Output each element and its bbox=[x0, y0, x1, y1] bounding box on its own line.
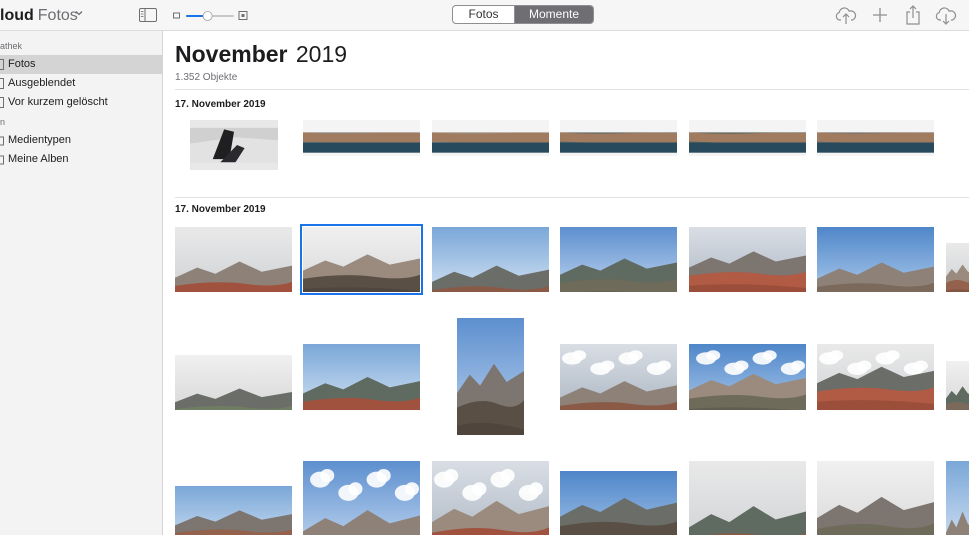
sidebar-section-library: athek bbox=[0, 41, 23, 51]
photo-thumbnail[interactable] bbox=[300, 224, 423, 295]
download-icon[interactable] bbox=[935, 5, 957, 25]
photo-thumbnail[interactable] bbox=[457, 318, 524, 435]
upload-icon[interactable] bbox=[835, 5, 857, 25]
share-icon[interactable] bbox=[902, 5, 924, 25]
photo-thumbnail[interactable] bbox=[432, 227, 549, 292]
photo-thumbnail[interactable] bbox=[689, 344, 806, 410]
moment-header: 17. November 2019 bbox=[175, 99, 266, 110]
segment-fotos[interactable]: Fotos bbox=[453, 6, 515, 23]
divider bbox=[175, 197, 969, 198]
photo-thumbnail[interactable] bbox=[689, 227, 806, 292]
zoom-small-icon bbox=[173, 12, 180, 19]
photo-thumbnail[interactable] bbox=[190, 120, 278, 170]
photo-thumbnail[interactable] bbox=[560, 471, 677, 535]
view-segmented-control: Fotos Momente bbox=[452, 5, 594, 24]
photo-grid: November 2019 1.352 Objekte 17. November… bbox=[163, 31, 969, 535]
photo-thumbnail[interactable] bbox=[560, 344, 677, 410]
sidebar-section-albums: n bbox=[0, 117, 6, 127]
photo-thumbnail[interactable] bbox=[303, 344, 420, 410]
app-product: Fotos bbox=[37, 7, 78, 24]
sidebar-item-label: Vor kurzem gelöscht bbox=[8, 96, 108, 108]
sidebar-item-geloescht[interactable]: Vor kurzem gelöscht bbox=[0, 93, 162, 112]
moment-header: 17. November 2019 bbox=[175, 204, 266, 215]
toolbar: loud Fotos Fotos Momente bbox=[0, 0, 969, 31]
photo-thumbnail[interactable] bbox=[689, 120, 806, 156]
photo-thumbnail[interactable] bbox=[817, 461, 934, 535]
photo-thumbnail[interactable] bbox=[817, 120, 934, 156]
folder-icon bbox=[0, 155, 4, 165]
photo-thumbnail[interactable] bbox=[946, 461, 969, 535]
segment-momente[interactable]: Momente bbox=[515, 6, 593, 23]
app-title[interactable]: loud Fotos bbox=[0, 7, 83, 25]
photo-thumbnail[interactable] bbox=[175, 486, 292, 535]
sidebar-icon[interactable] bbox=[139, 8, 157, 22]
photo-thumbnail[interactable] bbox=[560, 120, 677, 156]
photo-thumbnail[interactable] bbox=[560, 227, 677, 292]
photo-thumbnail[interactable] bbox=[689, 461, 806, 535]
item-count: 1.352 Objekte bbox=[175, 72, 238, 83]
photo-thumbnail[interactable] bbox=[175, 227, 292, 292]
sidebar-item-label: Fotos bbox=[8, 58, 36, 70]
photo-thumbnail[interactable] bbox=[946, 243, 969, 292]
title-month: November bbox=[175, 41, 288, 67]
sidebar-item-label: Medientypen bbox=[8, 134, 71, 146]
sidebar-item-meine-alben[interactable]: Meine Alben bbox=[0, 150, 162, 169]
photo-thumbnail[interactable] bbox=[817, 227, 934, 292]
page-title: November 2019 bbox=[175, 41, 347, 68]
photo-thumbnail[interactable] bbox=[303, 120, 420, 156]
zoom-slider[interactable] bbox=[172, 9, 250, 23]
hidden-icon bbox=[0, 78, 4, 89]
sidebar: athek Fotos Ausgeblendet Vor kurzem gelö… bbox=[0, 31, 163, 535]
photo-thumbnail[interactable] bbox=[175, 355, 292, 410]
photo-thumbnail[interactable] bbox=[817, 344, 934, 410]
sidebar-item-label: Ausgeblendet bbox=[8, 77, 76, 89]
add-icon[interactable] bbox=[869, 5, 891, 25]
sidebar-item-label: Meine Alben bbox=[8, 153, 69, 165]
sidebar-item-fotos[interactable]: Fotos bbox=[0, 55, 162, 74]
trash-icon bbox=[0, 97, 4, 108]
folder-icon bbox=[0, 136, 4, 146]
sidebar-item-ausgeblendet[interactable]: Ausgeblendet bbox=[0, 74, 162, 93]
photo-thumbnail[interactable] bbox=[432, 461, 549, 535]
photo-thumbnail[interactable] bbox=[432, 120, 549, 156]
photo-thumbnail[interactable] bbox=[946, 361, 969, 410]
title-year: 2019 bbox=[295, 41, 348, 67]
divider bbox=[175, 89, 969, 90]
sidebar-item-medientypen[interactable]: Medientypen bbox=[0, 131, 162, 150]
chevron-down-icon[interactable] bbox=[75, 9, 83, 17]
photo-thumbnail[interactable] bbox=[303, 461, 420, 535]
app-brand: loud bbox=[0, 7, 34, 24]
photos-icon bbox=[0, 59, 4, 70]
